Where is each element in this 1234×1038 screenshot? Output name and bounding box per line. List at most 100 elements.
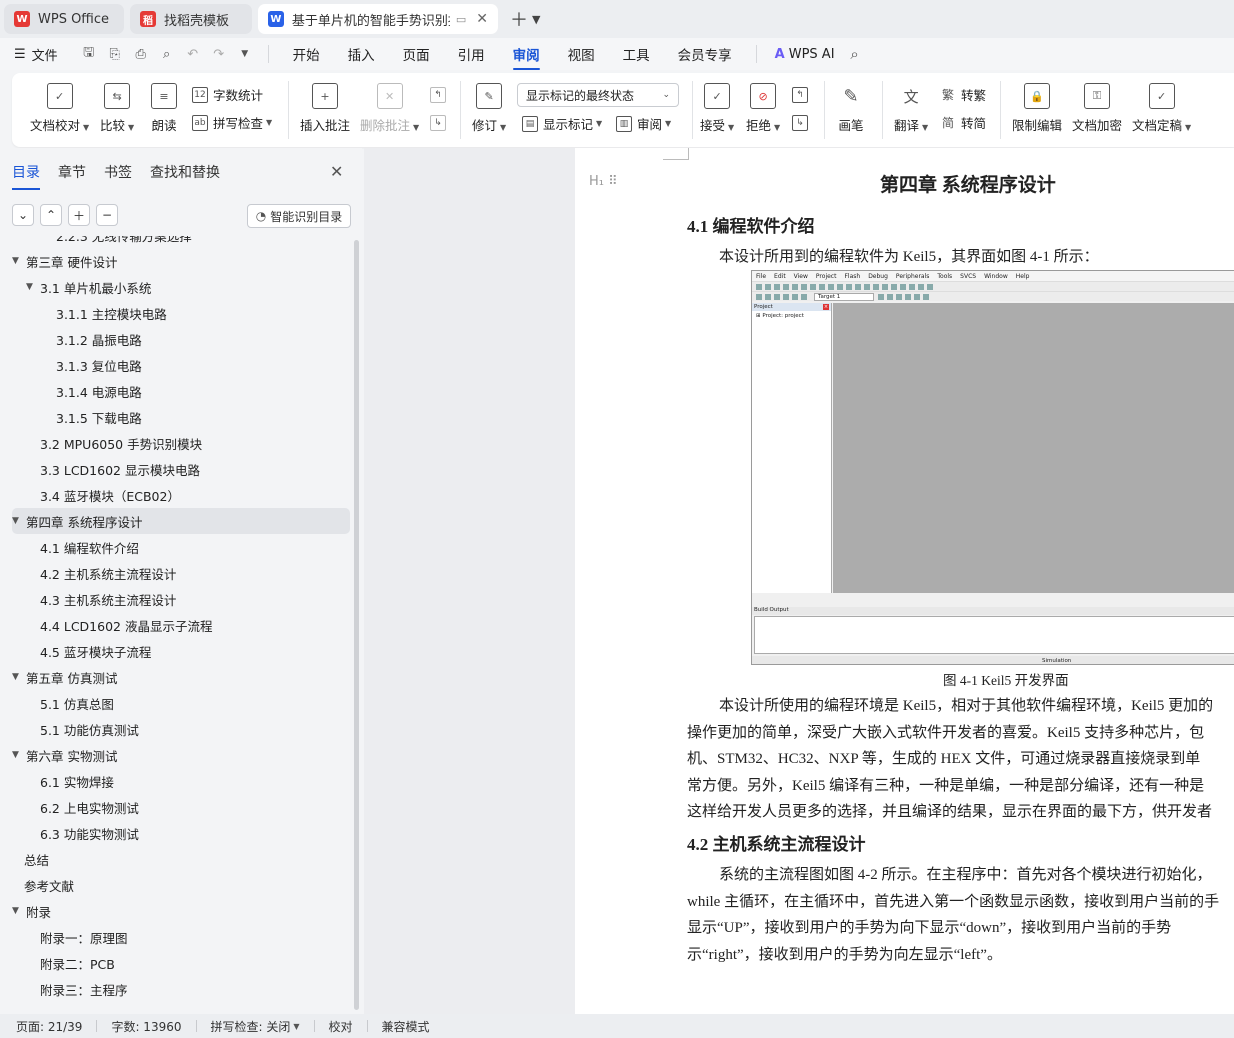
toc-item[interactable]: ▼ 第五章 仿真测试	[12, 664, 350, 690]
toc-item[interactable]: 6.1 实物焊接	[12, 768, 350, 794]
expand-up-icon[interactable]: ⌃	[40, 204, 62, 226]
nav-scrollbar[interactable]	[354, 240, 359, 1010]
toc-item[interactable]: 3.1.5 下载电路	[12, 404, 350, 430]
toc-item[interactable]: 4.1 编程软件介绍	[12, 534, 350, 560]
prev-change-button[interactable]: ↰	[792, 87, 813, 103]
toc-item[interactable]: 5.1 功能仿真测试	[12, 716, 350, 742]
redo-icon[interactable]: ↷	[211, 46, 227, 62]
smart-toc-button[interactable]: ◔ 智能识别目录	[247, 204, 351, 228]
print-icon[interactable]: ⎙	[133, 46, 149, 62]
word-count-indicator[interactable]: 字数: 13960	[111, 1018, 181, 1035]
toc-item[interactable]: 3.2 MPU6050 手势识别模块	[12, 430, 350, 456]
expand-arrow-icon[interactable]: ▼	[12, 516, 26, 526]
accept-button[interactable]: ✓ 接受 ▼	[700, 83, 734, 134]
word-count-button[interactable]: 12 字数统计	[192, 85, 263, 104]
chevron-down-icon[interactable]: ▼	[237, 46, 253, 62]
toc-item[interactable]: 4.3 主机系统主流程设计	[12, 586, 350, 612]
proofread-status[interactable]: 校对	[329, 1018, 353, 1035]
menu-page[interactable]: 页面	[403, 44, 430, 64]
monitor-icon[interactable]: ▭	[456, 13, 466, 26]
toc-item[interactable]: 附录一：原理图	[12, 924, 350, 950]
page-indicator[interactable]: 页面: 21/39	[16, 1018, 82, 1035]
nav-tab-sections[interactable]: 章节	[58, 162, 86, 190]
markup-state-select[interactable]: 显示标记的最终状态 ⌄	[517, 83, 679, 107]
toc-item[interactable]: ▼ 附录	[12, 898, 350, 924]
menu-home[interactable]: 开始	[293, 44, 320, 64]
export-icon[interactable]: ⎘	[107, 46, 123, 62]
review-pane-button[interactable]: ▥ 审阅 ▼	[616, 114, 671, 133]
toc-item[interactable]: 3.1.3 复位电路	[12, 352, 350, 378]
toc-item[interactable]: 附录三：主程序	[12, 976, 350, 1002]
toc-item[interactable]: 6.2 上电实物测试	[12, 794, 350, 820]
toc-item[interactable]: 总结	[12, 846, 350, 872]
expand-arrow-icon[interactable]: ▼	[12, 906, 26, 916]
menu-member[interactable]: 会员专享	[678, 44, 732, 64]
collapse-icon[interactable]: ⌄	[12, 204, 34, 226]
expand-arrow-icon[interactable]: ▼	[12, 750, 26, 760]
tab-wps-office[interactable]: W WPS Office	[4, 4, 124, 34]
document-page[interactable]: H₁ ⠿ 第四章 系统程序设计 4.1 编程软件介绍 本设计所用到的编程软件为 …	[575, 148, 1234, 1014]
undo-icon[interactable]: ↶	[185, 46, 201, 62]
spell-check-status[interactable]: 拼写检查: 关闭 ▼	[211, 1018, 300, 1035]
add-icon[interactable]: ＋	[68, 204, 90, 226]
drag-handle-icon[interactable]: H₁ ⠿	[589, 174, 618, 189]
to-traditional-button[interactable]: 繁 转繁	[940, 85, 986, 104]
toc-item[interactable]: 4.2 主机系统主流程设计	[12, 560, 350, 586]
chevron-down-icon[interactable]: ▼	[532, 13, 540, 26]
reject-button[interactable]: ⊘ 拒绝 ▼	[746, 83, 780, 134]
to-simplified-button[interactable]: 简 转简	[940, 113, 986, 132]
pen-button[interactable]: ✎ 画笔	[838, 83, 864, 134]
toc-item[interactable]: ▼ 3.1 单片机最小系统	[12, 274, 350, 300]
close-tab-icon[interactable]: ✕	[476, 11, 488, 27]
menu-insert[interactable]: 插入	[348, 44, 375, 64]
toc-item[interactable]: 4.5 蓝牙模块子流程	[12, 638, 350, 664]
menu-tools[interactable]: 工具	[623, 44, 650, 64]
search-icon[interactable]: ⌕	[847, 45, 863, 63]
doc-check-button[interactable]: ✓ 文档校对 ▼	[30, 83, 89, 134]
menu-view[interactable]: 视图	[568, 44, 595, 64]
insert-comment-button[interactable]: + 插入批注	[300, 83, 350, 134]
toc-item[interactable]: ▼ 第四章 系统程序设计	[12, 508, 350, 534]
toc-item[interactable]: 2.2.3 无线传输方案选择	[12, 236, 350, 248]
toc-item[interactable]: 3.3 LCD1602 显示模块电路	[12, 456, 350, 482]
nav-tab-find-replace[interactable]: 查找和替换	[150, 162, 220, 190]
show-markup-button[interactable]: ▤ 显示标记 ▼	[522, 114, 602, 133]
compare-button[interactable]: ⇆ 比较 ▼	[100, 83, 134, 134]
toc-item[interactable]: ▼ 第六章 实物测试	[12, 742, 350, 768]
menu-reference[interactable]: 引用	[458, 44, 485, 64]
menu-review[interactable]: 审阅	[512, 44, 540, 70]
toc-item[interactable]: 附录二：PCB	[12, 950, 350, 976]
nav-tab-toc[interactable]: 目录	[12, 162, 40, 190]
finalize-button[interactable]: ✓ 文档定稿 ▼	[1132, 83, 1191, 134]
toc-item[interactable]: 参考文献	[12, 872, 350, 898]
toc-item[interactable]: ▼ 第三章 硬件设计	[12, 248, 350, 274]
read-aloud-button[interactable]: ≡ 朗读	[151, 83, 177, 134]
translate-button[interactable]: 文 翻译 ▼	[894, 83, 928, 134]
close-icon[interactable]: ✕	[330, 162, 343, 181]
new-tab-icon[interactable]: ＋	[510, 6, 528, 32]
toc-item[interactable]: 3.4 蓝牙模块（ECB02）	[12, 482, 350, 508]
expand-arrow-icon[interactable]: ▼	[12, 672, 26, 682]
prev-comment-button[interactable]: ↰	[430, 87, 451, 103]
encrypt-button[interactable]: ⚿ 文档加密	[1072, 83, 1122, 134]
next-comment-button[interactable]: ↳	[430, 115, 451, 131]
delete-comment-button[interactable]: ✕ 删除批注 ▼	[360, 83, 419, 134]
toc-item[interactable]: 5.1 仿真总图	[12, 690, 350, 716]
remove-icon[interactable]: −	[96, 204, 118, 226]
tab-daoke-templates[interactable]: 稻 找稻壳模板	[130, 4, 252, 34]
toc-item[interactable]: 4.4 LCD1602 液晶显示子流程	[12, 612, 350, 638]
next-change-button[interactable]: ↳	[792, 115, 813, 131]
revise-button[interactable]: ✎ 修订 ▼	[472, 83, 506, 134]
save-icon[interactable]: 🖫	[81, 45, 97, 62]
toc-item[interactable]: 6.3 功能实物测试	[12, 820, 350, 846]
file-menu[interactable]: ☰ 文件	[14, 45, 58, 64]
wps-ai-button[interactable]: A WPS AI	[775, 47, 835, 62]
spell-check-button[interactable]: ab 拼写检查 ▼	[192, 113, 272, 132]
print-preview-icon[interactable]: ⌕	[159, 46, 175, 62]
tab-document[interactable]: W 基于单片机的智能手势识别控... ▭ ✕	[258, 4, 498, 34]
toc-item[interactable]: 3.1.4 电源电路	[12, 378, 350, 404]
nav-tab-bookmarks[interactable]: 书签	[104, 162, 132, 190]
toc-item[interactable]: 3.1.2 晶振电路	[12, 326, 350, 352]
expand-arrow-icon[interactable]: ▼	[12, 256, 26, 266]
restrict-edit-button[interactable]: 🔒 限制编辑	[1012, 83, 1062, 134]
